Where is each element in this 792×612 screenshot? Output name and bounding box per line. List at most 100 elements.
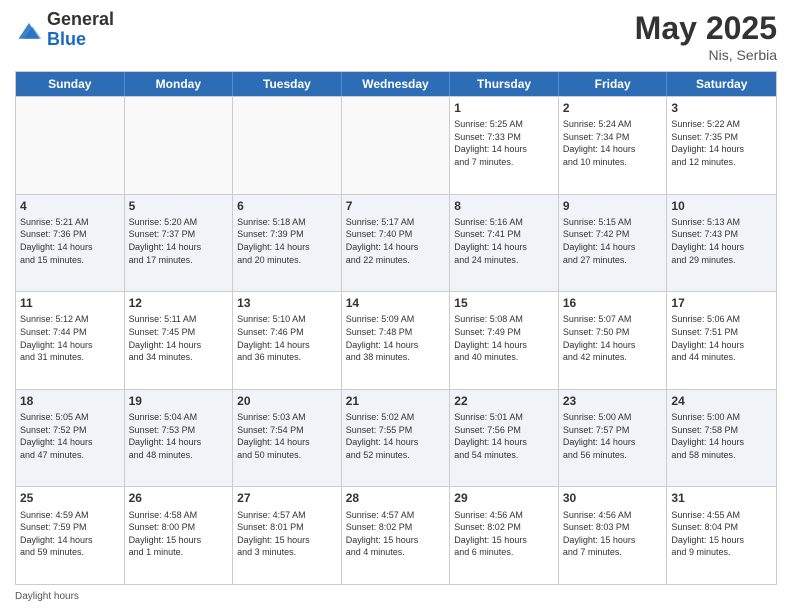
day-number: 29: [454, 490, 554, 506]
day-number: 10: [671, 198, 772, 214]
calendar-cell: 24Sunrise: 5:00 AM Sunset: 7:58 PM Dayli…: [667, 390, 776, 487]
cell-info: Sunrise: 5:13 AM Sunset: 7:43 PM Dayligh…: [671, 216, 772, 266]
day-number: 30: [563, 490, 663, 506]
calendar-header-cell: Thursday: [450, 72, 559, 96]
title-block: May 2025 Nis, Serbia: [635, 10, 777, 63]
cell-info: Sunrise: 5:00 AM Sunset: 7:58 PM Dayligh…: [671, 411, 772, 461]
cell-info: Sunrise: 5:10 AM Sunset: 7:46 PM Dayligh…: [237, 313, 337, 363]
calendar-header-cell: Wednesday: [342, 72, 451, 96]
cell-info: Sunrise: 5:01 AM Sunset: 7:56 PM Dayligh…: [454, 411, 554, 461]
calendar-header-cell: Saturday: [667, 72, 776, 96]
day-number: 18: [20, 393, 120, 409]
calendar-week: 18 Sunrise: 5:05 AM Sunset: 7:52 PM Dayli…: [16, 389, 776, 487]
day-number: 4: [20, 198, 120, 214]
cell-info: Sunrise: 5:12 AM Sunset: 7:44 PM Dayligh…: [20, 313, 120, 363]
calendar-cell: 14Sunrise: 5:09 AM Sunset: 7:48 PM Dayli…: [342, 292, 451, 389]
header: General Blue May 2025 Nis, Serbia: [15, 10, 777, 63]
calendar-header-cell: Tuesday: [233, 72, 342, 96]
cell-info: Sunrise: 4:56 AM Sunset: 8:03 PM Dayligh…: [563, 509, 663, 559]
cell-info: Sunrise: 5:11 AM Sunset: 7:45 PM Dayligh…: [129, 313, 229, 363]
day-number: 9: [563, 198, 663, 214]
title-location: Nis, Serbia: [635, 47, 777, 63]
calendar-cell: 26Sunrise: 4:58 AM Sunset: 8:00 PM Dayli…: [125, 487, 234, 584]
calendar-week: 4 Sunrise: 5:21 AM Sunset: 7:36 PM Daylig…: [16, 194, 776, 292]
calendar-cell: 2 Sunrise: 5:24 AM Sunset: 7:34 PM Daylig…: [559, 97, 668, 194]
calendar-body: 1 Sunrise: 5:25 AM Sunset: 7:33 PM Daylig…: [16, 96, 776, 584]
cell-info: Sunrise: 5:18 AM Sunset: 7:39 PM Dayligh…: [237, 216, 337, 266]
day-number: 26: [129, 490, 229, 506]
day-number: 19: [129, 393, 229, 409]
calendar-cell: 11 Sunrise: 5:12 AM Sunset: 7:44 PM Dayli…: [16, 292, 125, 389]
cell-info: Sunrise: 5:08 AM Sunset: 7:49 PM Dayligh…: [454, 313, 554, 363]
title-month: May 2025: [635, 10, 777, 47]
day-number: 17: [671, 295, 772, 311]
day-number: 13: [237, 295, 337, 311]
calendar: SundayMondayTuesdayWednesdayThursdayFrid…: [15, 71, 777, 585]
cell-info: Sunrise: 5:17 AM Sunset: 7:40 PM Dayligh…: [346, 216, 446, 266]
calendar-cell: 20 Sunrise: 5:03 AM Sunset: 7:54 PM Dayli…: [233, 390, 342, 487]
calendar-cell: 19 Sunrise: 5:04 AM Sunset: 7:53 PM Dayli…: [125, 390, 234, 487]
cell-info: Sunrise: 5:16 AM Sunset: 7:41 PM Dayligh…: [454, 216, 554, 266]
calendar-cell: 9 Sunrise: 5:15 AM Sunset: 7:42 PM Daylig…: [559, 195, 668, 292]
calendar-cell: 28Sunrise: 4:57 AM Sunset: 8:02 PM Dayli…: [342, 487, 451, 584]
cell-info: Sunrise: 5:04 AM Sunset: 7:53 PM Dayligh…: [129, 411, 229, 461]
cell-info: Sunrise: 4:55 AM Sunset: 8:04 PM Dayligh…: [671, 509, 772, 559]
cell-info: Sunrise: 4:56 AM Sunset: 8:02 PM Dayligh…: [454, 509, 554, 559]
cell-info: Sunrise: 5:25 AM Sunset: 7:33 PM Dayligh…: [454, 118, 554, 168]
page: General Blue May 2025 Nis, Serbia Sunday…: [0, 0, 792, 612]
calendar-cell: 12Sunrise: 5:11 AM Sunset: 7:45 PM Dayli…: [125, 292, 234, 389]
cell-info: Sunrise: 5:22 AM Sunset: 7:35 PM Dayligh…: [671, 118, 772, 168]
day-number: 25: [20, 490, 120, 506]
day-number: 1: [454, 100, 554, 116]
cell-info: Sunrise: 4:59 AM Sunset: 7:59 PM Dayligh…: [20, 509, 120, 559]
cell-info: Sunrise: 4:57 AM Sunset: 8:01 PM Dayligh…: [237, 509, 337, 559]
cell-info: Sunrise: 5:21 AM Sunset: 7:36 PM Dayligh…: [20, 216, 120, 266]
calendar-cell: 16Sunrise: 5:07 AM Sunset: 7:50 PM Dayli…: [559, 292, 668, 389]
day-number: 3: [671, 100, 772, 116]
cell-info: Sunrise: 5:15 AM Sunset: 7:42 PM Dayligh…: [563, 216, 663, 266]
logo-general: General: [47, 9, 114, 29]
cell-info: Sunrise: 5:20 AM Sunset: 7:37 PM Dayligh…: [129, 216, 229, 266]
cell-info: Sunrise: 5:00 AM Sunset: 7:57 PM Dayligh…: [563, 411, 663, 461]
day-number: 11: [20, 295, 120, 311]
calendar-cell: 21Sunrise: 5:02 AM Sunset: 7:55 PM Dayli…: [342, 390, 451, 487]
calendar-cell: 31 Sunrise: 4:55 AM Sunset: 8:04 PM Dayli…: [667, 487, 776, 584]
calendar-week: 25 Sunrise: 4:59 AM Sunset: 7:59 PM Dayli…: [16, 486, 776, 584]
day-number: 6: [237, 198, 337, 214]
cell-info: Sunrise: 5:02 AM Sunset: 7:55 PM Dayligh…: [346, 411, 446, 461]
day-number: 2: [563, 100, 663, 116]
calendar-cell: 18 Sunrise: 5:05 AM Sunset: 7:52 PM Dayli…: [16, 390, 125, 487]
calendar-cell: 29 Sunrise: 4:56 AM Sunset: 8:02 PM Dayli…: [450, 487, 559, 584]
day-number: 28: [346, 490, 446, 506]
calendar-header: SundayMondayTuesdayWednesdayThursdayFrid…: [16, 72, 776, 96]
calendar-week: 11 Sunrise: 5:12 AM Sunset: 7:44 PM Dayli…: [16, 291, 776, 389]
day-number: 22: [454, 393, 554, 409]
calendar-week: 1 Sunrise: 5:25 AM Sunset: 7:33 PM Daylig…: [16, 96, 776, 194]
day-number: 7: [346, 198, 446, 214]
day-number: 15: [454, 295, 554, 311]
calendar-cell: 22 Sunrise: 5:01 AM Sunset: 7:56 PM Dayli…: [450, 390, 559, 487]
cell-info: Sunrise: 5:06 AM Sunset: 7:51 PM Dayligh…: [671, 313, 772, 363]
logo-icon: [15, 16, 43, 44]
cell-info: Sunrise: 5:07 AM Sunset: 7:50 PM Dayligh…: [563, 313, 663, 363]
calendar-cell: [16, 97, 125, 194]
calendar-header-cell: Sunday: [16, 72, 125, 96]
cell-info: Sunrise: 5:05 AM Sunset: 7:52 PM Dayligh…: [20, 411, 120, 461]
calendar-cell: 4 Sunrise: 5:21 AM Sunset: 7:36 PM Daylig…: [16, 195, 125, 292]
calendar-header-cell: Monday: [125, 72, 234, 96]
day-number: 5: [129, 198, 229, 214]
day-number: 8: [454, 198, 554, 214]
logo-blue: Blue: [47, 29, 86, 49]
calendar-cell: 15 Sunrise: 5:08 AM Sunset: 7:49 PM Dayli…: [450, 292, 559, 389]
day-number: 20: [237, 393, 337, 409]
calendar-cell: 1 Sunrise: 5:25 AM Sunset: 7:33 PM Daylig…: [450, 97, 559, 194]
cell-info: Sunrise: 5:03 AM Sunset: 7:54 PM Dayligh…: [237, 411, 337, 461]
cell-info: Sunrise: 5:24 AM Sunset: 7:34 PM Dayligh…: [563, 118, 663, 168]
calendar-cell: 27Sunrise: 4:57 AM Sunset: 8:01 PM Dayli…: [233, 487, 342, 584]
footer: Daylight hours: [15, 591, 777, 602]
calendar-cell: 3 Sunrise: 5:22 AM Sunset: 7:35 PM Daylig…: [667, 97, 776, 194]
day-number: 14: [346, 295, 446, 311]
calendar-cell: 17 Sunrise: 5:06 AM Sunset: 7:51 PM Dayli…: [667, 292, 776, 389]
calendar-header-cell: Friday: [559, 72, 668, 96]
day-number: 31: [671, 490, 772, 506]
